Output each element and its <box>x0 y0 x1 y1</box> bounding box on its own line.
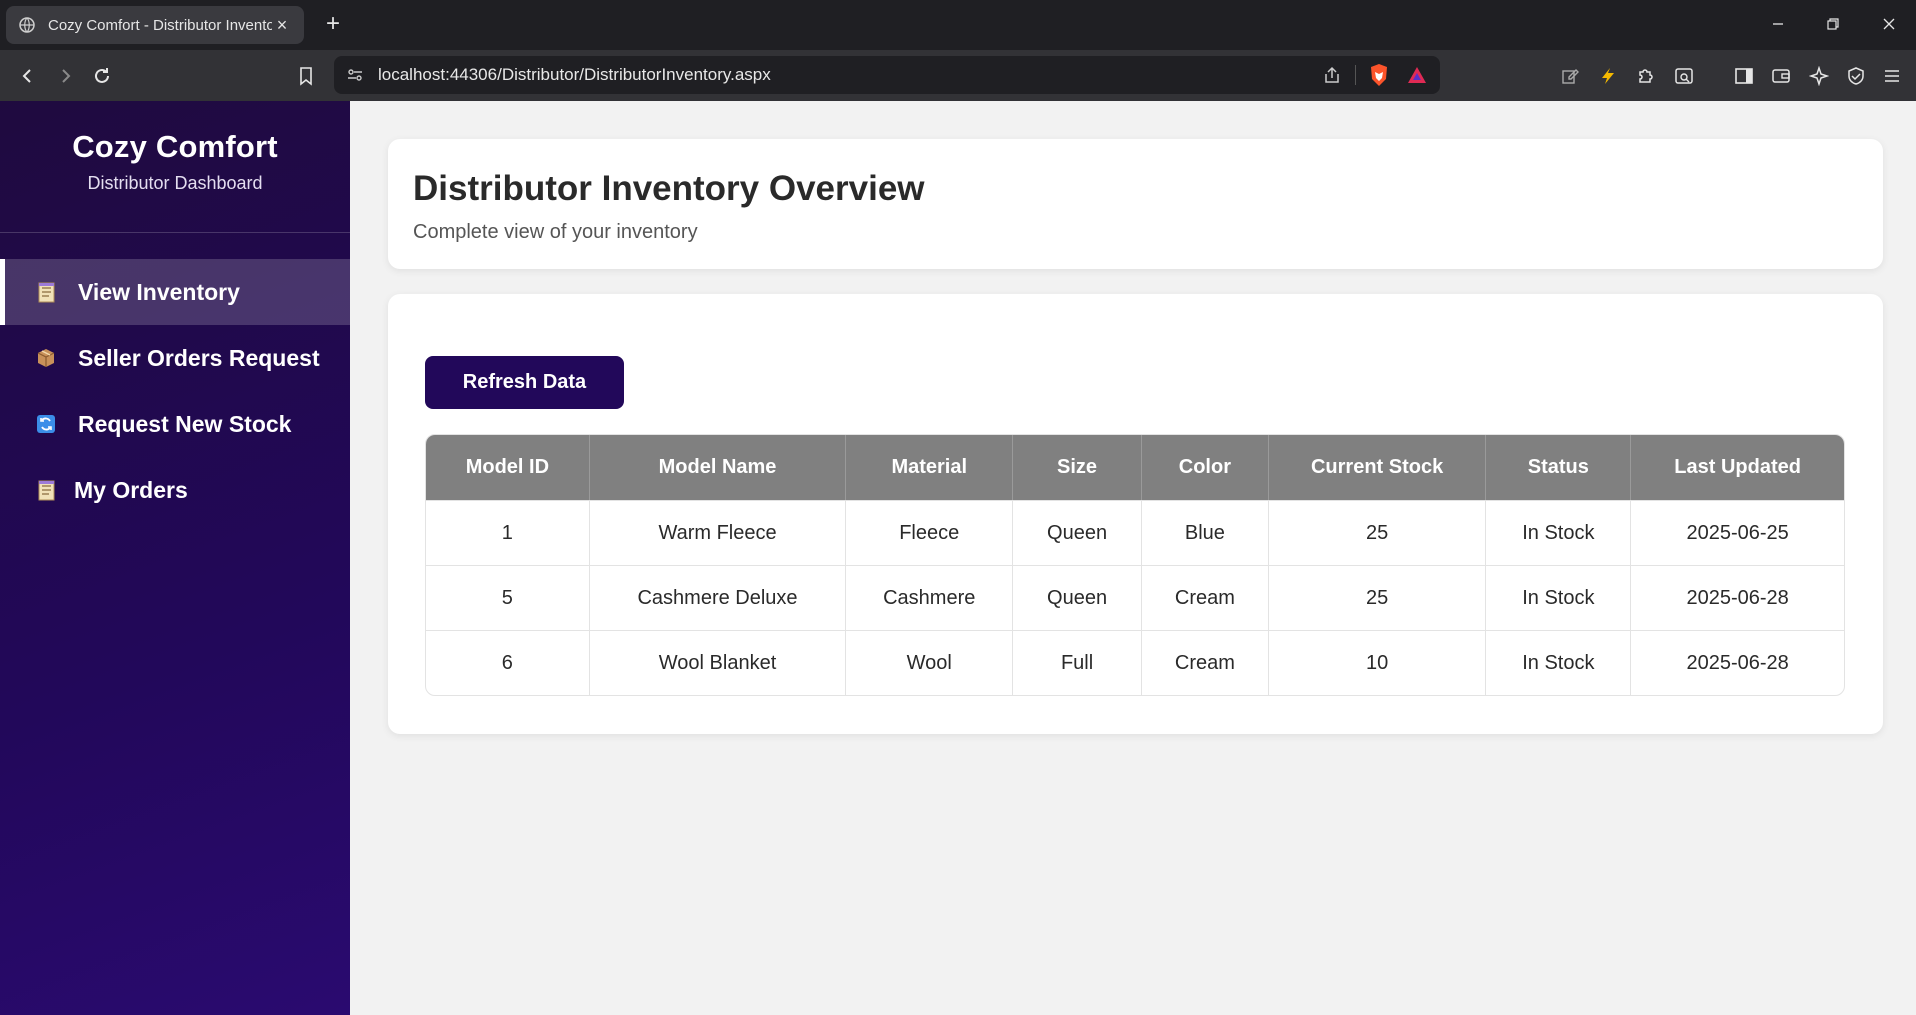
column-header-material: Material <box>846 435 1014 500</box>
cell-model-name: Cashmere Deluxe <box>589 565 847 630</box>
browser-toolbar: localhost:44306/Distributor/DistributorI… <box>0 50 1916 101</box>
table-header-row: Model ID Model Name Material Size Color … <box>426 435 1844 500</box>
brand: Cozy Comfort Distributor Dashboard <box>0 101 350 233</box>
refresh-data-button[interactable]: Refresh Data <box>425 356 624 409</box>
cell-model-id: 6 <box>426 630 590 695</box>
page-header-card: Distributor Inventory Overview Complete … <box>388 139 1883 269</box>
globe-icon <box>18 16 36 34</box>
reader-mode-icon[interactable] <box>1670 62 1698 90</box>
refresh-icon <box>34 412 58 436</box>
table-row: 6 Wool Blanket Wool Full Cream 10 In Sto… <box>426 630 1844 695</box>
cell-color: Cream <box>1141 565 1269 630</box>
inventory-card: Refresh Data Model ID Model Name Materia… <box>388 294 1883 734</box>
cell-current-stock: 25 <box>1268 565 1487 630</box>
column-header-last-updated: Last Updated <box>1631 435 1844 500</box>
column-header-color: Color <box>1141 435 1269 500</box>
address-bar[interactable]: localhost:44306/Distributor/DistributorI… <box>334 56 1440 94</box>
cell-color: Cream <box>1141 630 1269 695</box>
package-icon <box>34 346 58 370</box>
share-icon[interactable] <box>1317 60 1347 90</box>
cell-material: Cashmere <box>846 565 1014 630</box>
cell-size: Full <box>1013 630 1142 695</box>
url-text: localhost:44306/Distributor/DistributorI… <box>378 65 771 84</box>
sidebar-item-seller-orders-request[interactable]: Seller Orders Request <box>0 325 350 391</box>
cell-size: Queen <box>1013 500 1142 565</box>
cell-material: Fleece <box>846 500 1014 565</box>
cell-current-stock: 25 <box>1268 500 1487 565</box>
inventory-table: Model ID Model Name Material Size Color … <box>425 434 1845 696</box>
close-window-button[interactable] <box>1866 8 1912 40</box>
sidebar-toggle-icon[interactable] <box>1730 62 1758 90</box>
cell-model-id: 1 <box>426 500 590 565</box>
wallet-icon[interactable] <box>1767 62 1795 90</box>
minimize-button[interactable] <box>1755 8 1801 40</box>
column-header-size: Size <box>1013 435 1142 500</box>
edit-icon[interactable] <box>1556 62 1584 90</box>
cell-model-name: Wool Blanket <box>589 630 847 695</box>
cell-color: Blue <box>1141 500 1269 565</box>
site-settings-icon[interactable] <box>346 66 364 84</box>
page-title: Distributor Inventory Overview <box>413 169 925 208</box>
sidebar-item-view-inventory[interactable]: View Inventory <box>0 259 350 325</box>
restore-button[interactable] <box>1810 8 1856 40</box>
column-header-status: Status <box>1486 435 1632 500</box>
vpn-shield-icon[interactable] <box>1842 62 1870 90</box>
cell-last-updated: 2025-06-28 <box>1631 565 1844 630</box>
table-row: 1 Warm Fleece Fleece Queen Blue 25 In St… <box>426 500 1844 565</box>
sidebar-item-label: My Orders <box>74 476 188 503</box>
notepad-icon <box>34 478 58 502</box>
brave-rewards-icon[interactable] <box>1402 60 1432 90</box>
sidebar: Cozy Comfort Distributor Dashboard View … <box>0 101 350 1015</box>
sidebar-item-label: Request New Stock <box>78 410 292 437</box>
cell-material: Wool <box>846 630 1014 695</box>
extensions-puzzle-icon[interactable] <box>1632 62 1660 90</box>
bookmark-icon[interactable] <box>292 62 320 90</box>
tab-title: Cozy Comfort - Distributor Inventory <box>48 16 272 34</box>
cell-status: In Stock <box>1486 565 1632 630</box>
column-header-model-name: Model Name <box>589 435 847 500</box>
cell-size: Queen <box>1013 565 1142 630</box>
browser-tab[interactable]: Cozy Comfort - Distributor Inventory × <box>6 6 304 44</box>
cell-model-name: Warm Fleece <box>589 500 847 565</box>
cell-last-updated: 2025-06-28 <box>1631 630 1844 695</box>
brand-title: Cozy Comfort <box>72 129 278 164</box>
sidebar-item-label: Seller Orders Request <box>78 344 320 371</box>
sidebar-nav: View Inventory Seller Orders Request Req… <box>0 259 350 523</box>
new-tab-button[interactable]: + <box>320 12 346 38</box>
table-row: 5 Cashmere Deluxe Cashmere Queen Cream 2… <box>426 565 1844 630</box>
cell-status: In Stock <box>1486 500 1632 565</box>
forward-button[interactable] <box>51 62 79 90</box>
leo-ai-icon[interactable] <box>1805 62 1833 90</box>
cell-current-stock: 10 <box>1268 630 1487 695</box>
back-button[interactable] <box>14 62 42 90</box>
browser-tab-bar: Cozy Comfort - Distributor Inventory × + <box>0 0 1916 50</box>
column-header-model-id: Model ID <box>426 435 590 500</box>
sidebar-item-my-orders[interactable]: My Orders <box>0 457 350 523</box>
brave-shield-icon[interactable] <box>1364 60 1394 90</box>
cell-last-updated: 2025-06-25 <box>1631 500 1844 565</box>
reload-button[interactable] <box>88 62 116 90</box>
cell-model-id: 5 <box>426 565 590 630</box>
sidebar-item-label: View Inventory <box>78 278 240 305</box>
cell-status: In Stock <box>1486 630 1632 695</box>
page-subtitle: Complete view of your inventory <box>413 221 698 243</box>
lightning-extension-icon[interactable] <box>1594 62 1622 90</box>
sidebar-item-request-new-stock[interactable]: Request New Stock <box>0 391 350 457</box>
notepad-icon <box>34 280 58 304</box>
brand-subtitle: Distributor Dashboard <box>87 173 263 193</box>
divider <box>1355 65 1356 85</box>
column-header-current-stock: Current Stock <box>1268 435 1487 500</box>
menu-icon[interactable] <box>1878 62 1906 90</box>
close-tab-icon[interactable]: × <box>272 15 292 35</box>
